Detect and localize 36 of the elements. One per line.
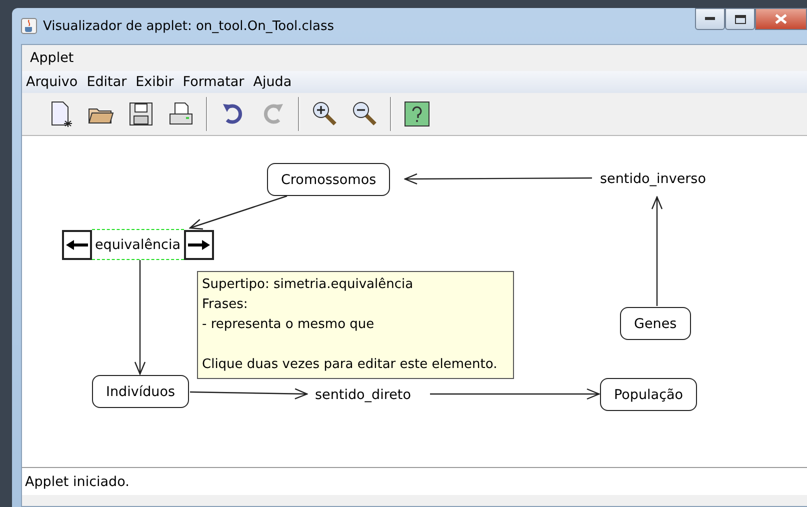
new-document-icon bbox=[50, 101, 72, 127]
applet-menu[interactable]: Applet bbox=[30, 50, 74, 66]
help-icon bbox=[404, 101, 430, 127]
concept-node[interactable]: Genes bbox=[620, 307, 691, 340]
right-arrow-icon bbox=[188, 240, 210, 250]
menu-item[interactable]: Arquivo bbox=[26, 74, 78, 90]
window-title: Visualizador de applet: on_tool.On_Tool.class bbox=[43, 18, 334, 34]
redo-arrow-icon bbox=[261, 102, 285, 126]
maximize-icon bbox=[734, 14, 746, 24]
menu-item[interactable]: Editar bbox=[86, 74, 127, 90]
concept-node[interactable]: População bbox=[600, 378, 698, 411]
menu-item[interactable]: Ajuda bbox=[253, 74, 292, 90]
left-arrow-icon bbox=[66, 240, 88, 250]
concept-node[interactable]: Cromossomos bbox=[267, 163, 390, 196]
printer-icon bbox=[168, 102, 194, 126]
maximize-button[interactable] bbox=[725, 8, 755, 30]
toolbar-button[interactable] bbox=[402, 99, 432, 129]
tooltip-line: Frases: bbox=[202, 296, 249, 314]
zoom-in-icon bbox=[312, 101, 338, 127]
status-text: Applet iniciado. bbox=[25, 474, 130, 490]
menu-item[interactable]: Exibir bbox=[136, 74, 174, 90]
relation-node[interactable]: equivalência bbox=[92, 229, 184, 260]
right-arrow-button[interactable] bbox=[184, 230, 214, 260]
concept-node[interactable]: Indivíduos bbox=[92, 375, 190, 408]
undo-arrow-icon bbox=[221, 102, 245, 126]
close-button[interactable] bbox=[755, 8, 807, 30]
minimize-button[interactable] bbox=[695, 8, 725, 30]
minimize-icon bbox=[705, 17, 715, 21]
tooltip-line: Supertipo: simetria.equivalência bbox=[202, 276, 414, 294]
left-arrow-button[interactable] bbox=[62, 230, 92, 260]
close-icon bbox=[775, 14, 787, 24]
menu-item[interactable]: Formatar bbox=[182, 74, 244, 90]
java-cup-icon bbox=[21, 18, 37, 34]
tooltip-line: - representa o mesmo que bbox=[202, 316, 376, 334]
zoom-out-icon bbox=[352, 101, 378, 127]
tooltip-hint: Clique duas vezes para editar este elemento. bbox=[202, 356, 498, 374]
